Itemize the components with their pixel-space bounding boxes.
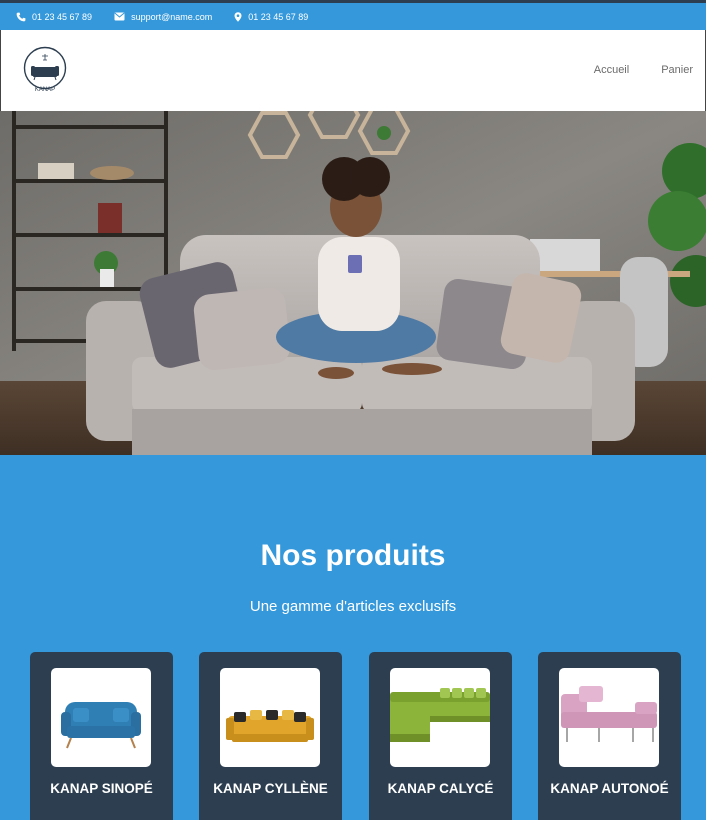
phone-icon <box>16 12 26 21</box>
product-card-autonoe[interactable]: KANAP AUTONOÉ <box>538 652 681 820</box>
products-title: Nos produits <box>260 539 446 572</box>
address-phone: 01 23 45 67 89 <box>248 11 309 22</box>
email-address[interactable]: support@name.com <box>131 12 212 22</box>
location-pin-icon <box>234 11 242 22</box>
product-name[interactable]: KANAP SINOPÉ <box>30 781 173 796</box>
contact-email: support@name.com <box>114 12 212 22</box>
main-nav: Accueil Panier <box>594 64 693 76</box>
product-image[interactable] <box>559 668 659 767</box>
product-card-calyce[interactable]: KANAP CALYCÉ <box>369 652 512 820</box>
product-card-sinope[interactable]: KANAP SINOPÉ <box>30 652 173 820</box>
mail-icon <box>114 12 125 21</box>
nav-link-cart[interactable]: Panier <box>661 64 693 76</box>
nav-link-home[interactable]: Accueil <box>594 64 629 76</box>
product-image[interactable] <box>220 668 320 767</box>
hero-banner-image <box>0 111 706 455</box>
product-image[interactable] <box>51 668 151 767</box>
products-section: Nos produits Une gamme d'articles exclus… <box>0 455 706 820</box>
product-card-cyllene[interactable]: KANAP CYLLÈNE <box>199 652 342 820</box>
product-name[interactable]: KANAP CYLLÈNE <box>199 781 342 796</box>
product-image[interactable] <box>390 668 490 767</box>
yellow-sofa-illustration <box>226 710 314 742</box>
contact-phone: 01 23 45 67 89 <box>16 12 92 22</box>
site-header: KANAP Accueil Panier <box>0 30 706 111</box>
green-sofa-illustration <box>390 688 490 742</box>
logo-text: KANAP <box>34 87 56 93</box>
products-subtitle: Une gamme d'articles exclusifs <box>249 598 457 615</box>
product-name[interactable]: KANAP CALYCÉ <box>369 781 512 796</box>
contact-address: 01 23 45 67 89 <box>234 12 308 22</box>
pink-sofa-illustration <box>561 686 657 742</box>
top-contact-bar: 01 23 45 67 89 support@name.com 01 23 45… <box>0 0 706 30</box>
product-name[interactable]: KANAP AUTONOÉ <box>538 781 681 796</box>
phone-number[interactable]: 01 23 45 67 89 <box>32 12 92 22</box>
blue-sofa-illustration <box>61 702 141 749</box>
